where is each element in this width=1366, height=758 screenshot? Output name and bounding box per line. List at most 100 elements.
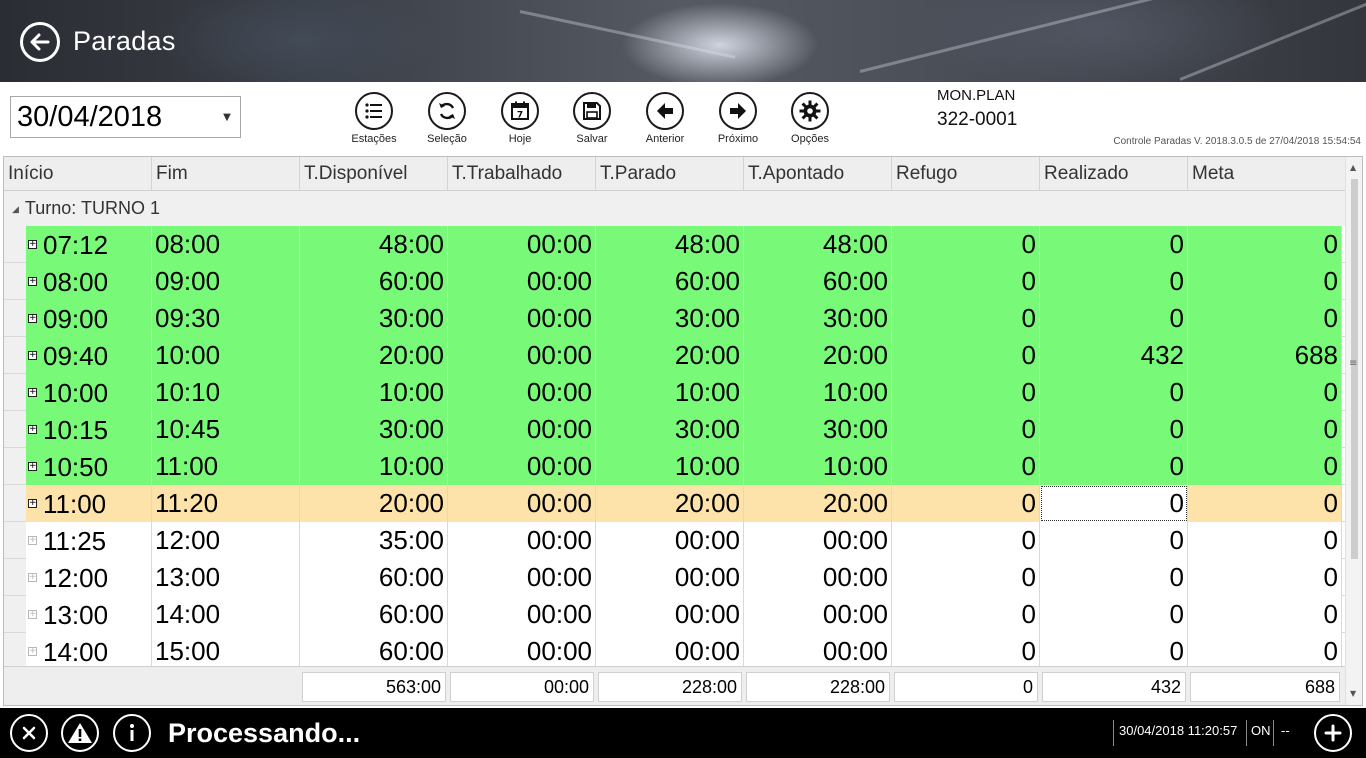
cell-t-trabalhado[interactable]: 00:00 xyxy=(448,559,596,596)
expand-icon[interactable]: + xyxy=(28,240,37,249)
cell-t-disponivel[interactable]: 35:00 xyxy=(300,522,448,559)
cell-realizado[interactable]: 0 xyxy=(1040,522,1188,559)
cell-fim[interactable]: 09:00 xyxy=(152,263,300,300)
cell-realizado[interactable]: 0 xyxy=(1040,596,1188,633)
expand-icon[interactable]: + xyxy=(28,647,37,656)
anterior-button[interactable]: Anterior xyxy=(635,92,695,150)
cell-realizado[interactable]: 0 xyxy=(1040,559,1188,596)
cell-refugo[interactable]: 0 xyxy=(892,596,1040,633)
cell-meta[interactable]: 688 xyxy=(1188,337,1342,374)
cell-t-parado[interactable]: 00:00 xyxy=(596,559,744,596)
cell-refugo[interactable]: 0 xyxy=(892,448,1040,485)
cell-inicio[interactable]: +09:40 xyxy=(26,337,152,374)
collapse-icon[interactable]: ◢ xyxy=(12,204,19,214)
cell-refugo[interactable]: 0 xyxy=(892,337,1040,374)
column-header-t-apontado[interactable]: T.Apontado xyxy=(744,157,892,191)
expand-icon[interactable]: + xyxy=(28,610,37,619)
cell-t-parado[interactable]: 48:00 xyxy=(596,226,744,263)
cell-fim[interactable]: 12:00 xyxy=(152,522,300,559)
cell-t-parado[interactable]: 30:00 xyxy=(596,300,744,337)
cell-realizado[interactable]: 432 xyxy=(1040,337,1188,374)
scroll-up-icon[interactable]: ▲ xyxy=(1350,163,1356,172)
cell-t-apontado[interactable]: 00:00 xyxy=(744,633,892,666)
cell-t-apontado[interactable]: 00:00 xyxy=(744,559,892,596)
cell-t-trabalhado[interactable]: 00:00 xyxy=(448,226,596,263)
cell-t-parado[interactable]: 20:00 xyxy=(596,485,744,522)
cell-inicio[interactable]: +13:00 xyxy=(26,596,152,633)
column-header-fim[interactable]: Fim xyxy=(152,157,300,191)
column-header-inicio[interactable]: Início xyxy=(4,157,152,191)
cell-fim[interactable]: 13:00 xyxy=(152,559,300,596)
cell-t-parado[interactable]: 60:00 xyxy=(596,263,744,300)
back-button[interactable] xyxy=(20,22,60,62)
vertical-scrollbar[interactable]: ▲ ≡ ▼ xyxy=(1345,157,1362,705)
cell-t-parado[interactable]: 00:00 xyxy=(596,633,744,666)
cell-refugo[interactable]: 0 xyxy=(892,263,1040,300)
cell-t-disponivel[interactable]: 10:00 xyxy=(300,374,448,411)
table-row[interactable]: +07:12 08:00 48:00 00:00 48:00 48:00 0 0 0 xyxy=(4,226,1346,263)
cell-realizado[interactable]: 0 xyxy=(1040,411,1188,448)
expand-icon[interactable]: + xyxy=(28,425,37,434)
cell-t-apontado[interactable]: 00:00 xyxy=(744,522,892,559)
expand-icon[interactable]: + xyxy=(28,462,37,471)
cell-realizado[interactable]: 0 xyxy=(1040,226,1188,263)
group-row-turno[interactable]: ◢ Turno: TURNO 1 xyxy=(4,191,1346,226)
expand-icon[interactable]: + xyxy=(28,277,37,286)
cell-meta[interactable]: 0 xyxy=(1188,263,1342,300)
cell-fim[interactable]: 14:00 xyxy=(152,596,300,633)
cell-inicio[interactable]: +14:00 xyxy=(26,633,152,666)
column-header-t-trabalhado[interactable]: T.Trabalhado xyxy=(448,157,596,191)
cell-meta[interactable]: 0 xyxy=(1188,300,1342,337)
cell-refugo[interactable]: 0 xyxy=(892,300,1040,337)
cell-t-trabalhado[interactable]: 00:00 xyxy=(448,522,596,559)
table-row[interactable]: +10:15 10:45 30:00 00:00 30:00 30:00 0 0 0 xyxy=(4,411,1346,448)
cell-refugo[interactable]: 0 xyxy=(892,374,1040,411)
cell-t-parado[interactable]: 10:00 xyxy=(596,374,744,411)
close-button[interactable] xyxy=(10,714,48,752)
cell-refugo[interactable]: 0 xyxy=(892,559,1040,596)
column-header-t-parado[interactable]: T.Parado xyxy=(596,157,744,191)
selecao-button[interactable]: Seleção xyxy=(417,92,477,150)
column-header-t-disponivel[interactable]: T.Disponível xyxy=(300,157,448,191)
cell-realizado[interactable]: 0 xyxy=(1040,448,1188,485)
cell-t-apontado[interactable]: 60:00 xyxy=(744,263,892,300)
info-button[interactable] xyxy=(113,714,151,752)
cell-t-trabalhado[interactable]: 00:00 xyxy=(448,374,596,411)
cell-t-disponivel[interactable]: 30:00 xyxy=(300,300,448,337)
cell-meta[interactable]: 0 xyxy=(1188,522,1342,559)
cell-fim[interactable]: 10:00 xyxy=(152,337,300,374)
cell-inicio[interactable]: +10:00 xyxy=(26,374,152,411)
cell-realizado[interactable]: 0 xyxy=(1040,633,1188,666)
cell-meta[interactable]: 0 xyxy=(1188,374,1342,411)
cell-t-trabalhado[interactable]: 00:00 xyxy=(448,448,596,485)
cell-realizado[interactable]: 0 xyxy=(1040,263,1188,300)
cell-t-apontado[interactable]: 10:00 xyxy=(744,448,892,485)
column-header-realizado[interactable]: Realizado xyxy=(1040,157,1188,191)
cell-meta[interactable]: 0 xyxy=(1188,226,1342,263)
salvar-button[interactable]: Salvar xyxy=(562,92,622,150)
cell-t-disponivel[interactable]: 20:00 xyxy=(300,485,448,522)
proximo-button[interactable]: Próximo xyxy=(708,92,768,150)
table-row[interactable]: +11:00 11:20 20:00 00:00 20:00 20:00 0 0 0 xyxy=(4,485,1346,522)
cell-fim[interactable]: 15:00 xyxy=(152,633,300,666)
table-row[interactable]: +09:00 09:30 30:00 00:00 30:00 30:00 0 0 0 xyxy=(4,300,1346,337)
table-row[interactable]: +11:25 12:00 35:00 00:00 00:00 00:00 0 0 0 xyxy=(4,522,1346,559)
cell-t-apontado[interactable]: 48:00 xyxy=(744,226,892,263)
cell-t-disponivel[interactable]: 60:00 xyxy=(300,559,448,596)
cell-inicio[interactable]: +10:50 xyxy=(26,448,152,485)
expand-icon[interactable]: + xyxy=(28,573,37,582)
add-button[interactable] xyxy=(1314,714,1352,752)
table-row[interactable]: +12:00 13:00 60:00 00:00 00:00 00:00 0 0 0 xyxy=(4,559,1346,596)
cell-t-trabalhado[interactable]: 00:00 xyxy=(448,337,596,374)
cell-t-parado[interactable]: 20:00 xyxy=(596,337,744,374)
cell-t-disponivel[interactable]: 60:00 xyxy=(300,633,448,666)
scroll-down-icon[interactable]: ▼ xyxy=(1350,689,1356,698)
cell-t-parado[interactable]: 10:00 xyxy=(596,448,744,485)
cell-t-disponivel[interactable]: 48:00 xyxy=(300,226,448,263)
cell-t-trabalhado[interactable]: 00:00 xyxy=(448,485,596,522)
cell-t-apontado[interactable]: 00:00 xyxy=(744,596,892,633)
cell-t-trabalhado[interactable]: 00:00 xyxy=(448,263,596,300)
cell-meta[interactable]: 0 xyxy=(1188,633,1342,666)
cell-inicio[interactable]: +09:00 xyxy=(26,300,152,337)
cell-fim[interactable]: 11:20 xyxy=(152,485,300,522)
